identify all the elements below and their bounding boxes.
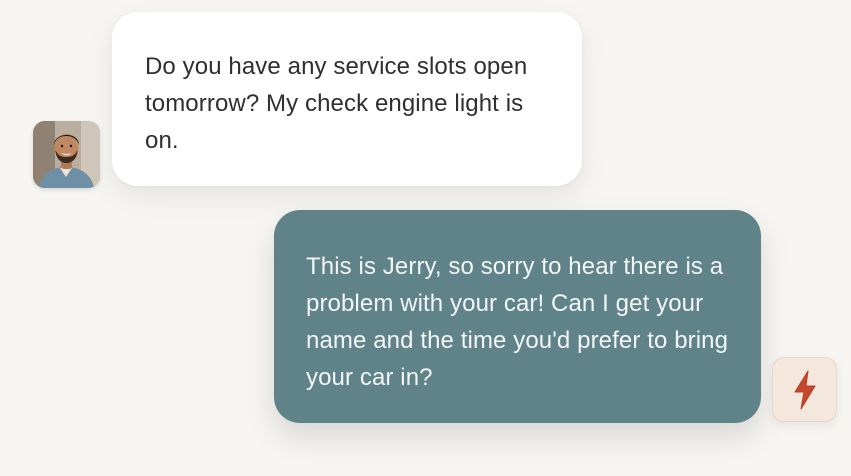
- agent-message-text: This is Jerry, so sorry to hear there is…: [306, 253, 729, 391]
- user-avatar-icon: [33, 121, 100, 188]
- chat-thread: Do you have any service slots open tomor…: [0, 0, 851, 476]
- customer-avatar: [33, 121, 100, 188]
- customer-message-bubble: Do you have any service slots open tomor…: [112, 12, 582, 186]
- lightning-bolt-icon: [794, 370, 815, 409]
- agent-message-bubble: This is Jerry, so sorry to hear there is…: [274, 210, 761, 423]
- agent-avatar-badge: [772, 357, 837, 422]
- customer-message-text: Do you have any service slots open tomor…: [145, 53, 528, 154]
